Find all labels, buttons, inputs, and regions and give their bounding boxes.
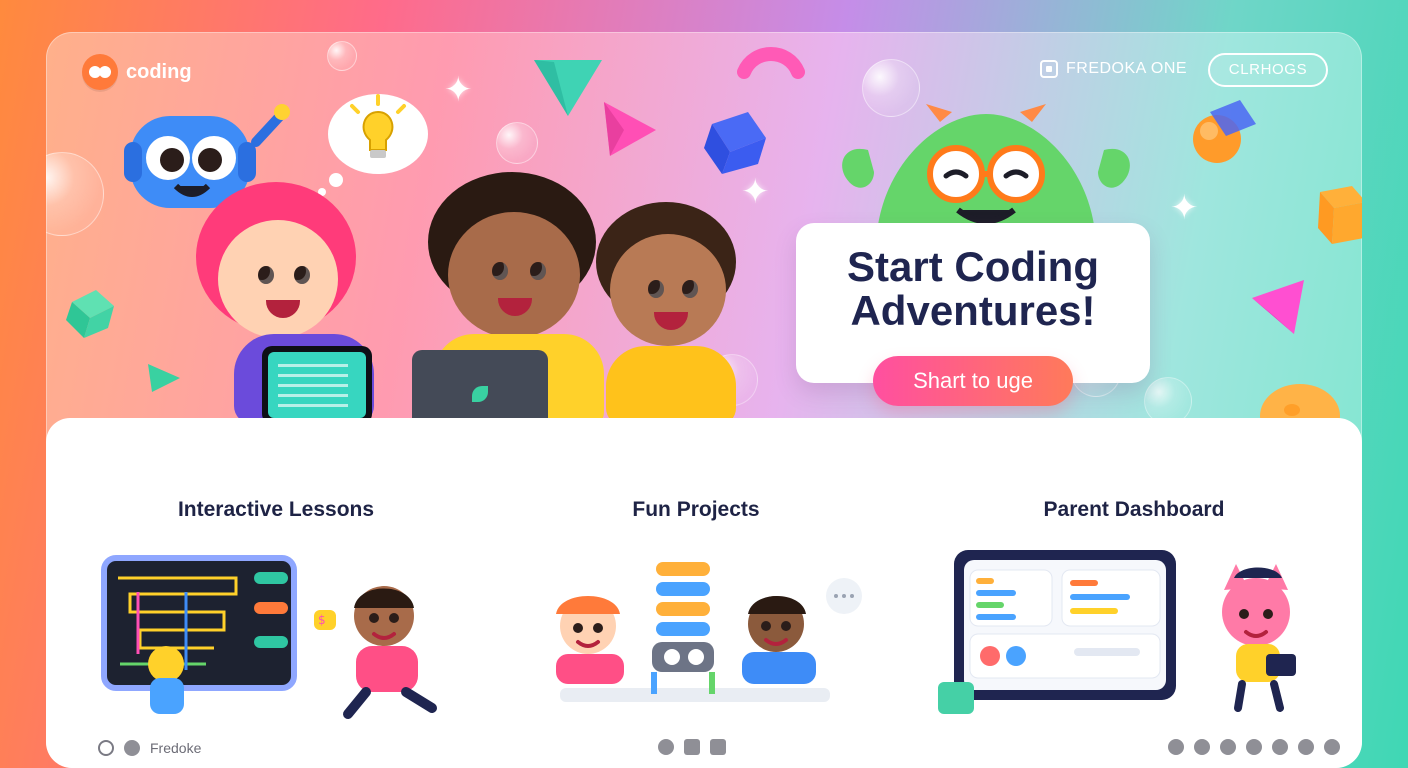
boy-face bbox=[448, 212, 580, 338]
pink-triangle-shape bbox=[604, 102, 656, 156]
feature-parent-dashboard[interactable]: Parent Dashboard bbox=[924, 488, 1344, 738]
boy-right-eye bbox=[648, 280, 664, 298]
svg-text:$: $ bbox=[318, 613, 326, 627]
triangle-icon[interactable] bbox=[1220, 739, 1236, 755]
chat-icon[interactable] bbox=[1298, 739, 1314, 755]
features-panel: Interactive Lessons $ Fun Projects Paren… bbox=[46, 418, 1362, 768]
orange-cube-shape bbox=[1318, 186, 1362, 244]
facebook-icon[interactable] bbox=[1324, 739, 1340, 755]
coding-logo-icon bbox=[82, 54, 118, 90]
wheel-icon[interactable] bbox=[1272, 739, 1288, 755]
boy-eye bbox=[530, 262, 546, 280]
green-triangle-shape bbox=[148, 364, 180, 392]
pink-swirl-shape bbox=[737, 47, 805, 79]
feature-title: Parent Dashboard bbox=[1043, 498, 1225, 521]
idea-bubble bbox=[318, 94, 428, 196]
boy-right-eye bbox=[682, 280, 698, 298]
feature-fun-projects[interactable]: Fun Projects bbox=[486, 488, 906, 738]
puzzle-icon bbox=[1040, 60, 1058, 78]
bubble-decor bbox=[496, 122, 538, 164]
twitter-icon[interactable] bbox=[124, 740, 140, 756]
grid-icon[interactable] bbox=[710, 739, 726, 755]
brand[interactable]: coding bbox=[82, 54, 192, 90]
girl-eye bbox=[294, 266, 310, 284]
maze-board-icon: $ bbox=[66, 538, 486, 728]
cube-shape bbox=[704, 112, 766, 174]
robot-building-icon bbox=[486, 538, 906, 728]
sparkle-icon: ✦ bbox=[444, 70, 473, 110]
square-icon[interactable] bbox=[684, 739, 700, 755]
hero-title-line1: Start Coding bbox=[847, 243, 1099, 290]
triangle-icon[interactable] bbox=[1168, 739, 1184, 755]
triangle-icon[interactable] bbox=[1194, 739, 1210, 755]
footer-mid bbox=[658, 739, 726, 755]
nav-link-label: FREDOKA ONE bbox=[1066, 60, 1188, 77]
feature-title: Fun Projects bbox=[632, 498, 760, 521]
sparkle-icon: ✦ bbox=[1170, 188, 1199, 228]
code-lines bbox=[278, 364, 348, 408]
page-frame: coding FREDOKA ONE CLRHOGS ✦ ✦ ✦ Start C… bbox=[46, 32, 1362, 768]
hero-title-line2: Adventures! bbox=[850, 287, 1096, 334]
footer-left: Fredoke bbox=[98, 740, 201, 756]
footer-left-label: Fredoke bbox=[150, 740, 202, 756]
twitter-icon[interactable] bbox=[658, 739, 674, 755]
boy-right-character bbox=[588, 202, 748, 432]
girl-eye bbox=[258, 266, 274, 284]
circle-icon[interactable] bbox=[98, 740, 114, 756]
green-cube-shape bbox=[66, 290, 114, 338]
blue-cube-shape bbox=[1210, 100, 1256, 136]
dashboard-icon bbox=[924, 538, 1344, 728]
magenta-triangle-shape bbox=[1252, 280, 1304, 334]
brand-name: coding bbox=[126, 60, 192, 83]
footer-right bbox=[1168, 739, 1340, 755]
feature-interactive-lessons[interactable]: Interactive Lessons $ bbox=[66, 488, 486, 738]
triangle-icon[interactable] bbox=[1246, 739, 1262, 755]
hero-title: Start Coding Adventures! bbox=[796, 245, 1150, 333]
nav-button[interactable]: CLRHOGS bbox=[1208, 53, 1328, 87]
nav-link[interactable]: FREDOKA ONE bbox=[1040, 60, 1187, 78]
bubble-decor bbox=[46, 152, 104, 236]
boy-right-shirt bbox=[606, 346, 736, 426]
boy-eye bbox=[492, 262, 508, 280]
girl-face bbox=[218, 220, 338, 338]
bubble-decor bbox=[327, 41, 357, 71]
feature-title: Interactive Lessons bbox=[177, 498, 375, 521]
hero-cta-button[interactable]: Shart to uge bbox=[873, 356, 1073, 406]
